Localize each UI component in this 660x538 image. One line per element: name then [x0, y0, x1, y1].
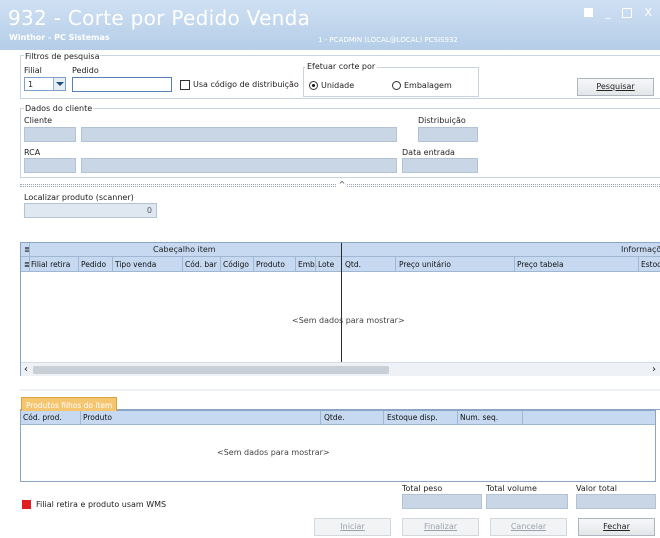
restore-icon[interactable]	[583, 8, 593, 17]
tab-produtos-filhos[interactable]: Produtos filhos do item	[21, 397, 118, 411]
pedido-input[interactable]	[72, 77, 172, 92]
scanner-value: 0	[146, 206, 152, 215]
children-grid: Cód. prod. Produto Qtde. Estoque disp. N…	[20, 410, 656, 482]
items-empty-message: <Sem dados para mostrar>	[292, 316, 405, 325]
distribuicao-field	[418, 127, 478, 142]
search-button-label: Pesquisar	[596, 82, 635, 91]
col-produto[interactable]: Produto	[256, 260, 285, 269]
col-estoque[interactable]: Estoq	[641, 260, 660, 269]
minimize-icon[interactable]: _	[605, 6, 611, 19]
cliente-label: Cliente	[24, 116, 53, 125]
total-peso-label: Total peso	[402, 484, 443, 493]
finalizar-label: Finalizar	[423, 522, 458, 531]
col-tipo-venda[interactable]: Tipo venda	[115, 260, 156, 269]
col-preco-unitario[interactable]: Preço unitário	[399, 260, 451, 269]
iniciar-label: Iniciar	[340, 522, 365, 531]
fechar-button[interactable]: Fechar	[578, 518, 655, 536]
items-horizontal-scrollbar[interactable]: ‹ ›	[21, 362, 660, 376]
title-bar: 932 - Corte por Pedido Venda Winthor - P…	[0, 0, 660, 50]
radio-unidade[interactable]	[309, 81, 318, 90]
total-volume-label: Total volume	[486, 484, 537, 493]
fechar-label: Fechar	[603, 522, 630, 531]
children-empty-message: <Sem dados para mostrar>	[217, 448, 330, 457]
col-num-seq[interactable]: Num. seq.	[460, 413, 498, 422]
dist-checkbox[interactable]	[180, 80, 190, 90]
maximize-icon[interactable]	[622, 8, 633, 18]
band-informacoes: Informaçõ	[621, 245, 660, 254]
distribuicao-label: Distribuição	[418, 116, 466, 125]
band-cabecalho: Cabeçalho item	[153, 245, 216, 254]
radio-unidade-label: Unidade	[321, 81, 355, 90]
rca-name-field	[81, 158, 397, 173]
scanner-input[interactable]: 0	[24, 203, 157, 218]
cliente-code-field	[24, 127, 76, 142]
scanner-label: Localizar produto (scanner)	[24, 193, 134, 202]
col-pedido[interactable]: Pedido	[81, 260, 106, 269]
dist-checkbox-label: Usa código de distribuição	[193, 80, 299, 89]
col-child-produto[interactable]: Produto	[83, 413, 112, 422]
finalizar-button[interactable]: Finalizar	[402, 518, 479, 536]
user-info: 1 - PCADMIN (LOCAL@LOCAL) PCSIS932	[318, 36, 458, 44]
col-qtd[interactable]: Qtd.	[345, 260, 361, 269]
data-entrada-field	[402, 158, 478, 173]
frozen-divider	[341, 243, 342, 376]
dropdown-arrow-icon[interactable]	[53, 78, 65, 90]
total-peso-field	[402, 494, 482, 509]
total-volume-field	[486, 494, 568, 509]
rca-code-field	[24, 158, 76, 173]
window-subtitle: Winthor - PC Sistemas	[9, 33, 110, 42]
col-filial-retira[interactable]: Filial retira	[31, 260, 70, 269]
scroll-thumb[interactable]	[33, 366, 389, 374]
children-column-header: Cód. prod. Produto Qtde. Estoque disp. N…	[21, 411, 655, 425]
window-controls: _ X	[583, 6, 652, 19]
col-estoque-disp[interactable]: Estoque disp.	[387, 413, 438, 422]
rca-label: RCA	[24, 148, 41, 157]
col-lote[interactable]: Lote	[318, 260, 334, 269]
pedido-label: Pedido	[72, 66, 99, 75]
radio-embalagem[interactable]	[392, 81, 401, 90]
col-cod-prod[interactable]: Cód. prod.	[23, 413, 62, 422]
scroll-right-icon[interactable]: ›	[652, 364, 656, 375]
cancelar-button[interactable]: Cancelar	[490, 518, 567, 536]
filial-label: Filial	[24, 66, 42, 75]
window-title: 932 - Corte por Pedido Venda	[8, 6, 311, 30]
corte-group-label: Efetuar corte por	[305, 62, 378, 71]
col-codigo[interactable]: Código	[223, 260, 249, 269]
col-preco-tabela[interactable]: Preço tabela	[517, 260, 564, 269]
close-icon[interactable]: X	[644, 6, 652, 19]
filters-group-label: Filtros de pesquisa	[24, 52, 101, 61]
valor-total-label: Valor total	[576, 484, 617, 493]
items-grid: ≣ Cabeçalho item Informaçõ ≣ Filial reti…	[20, 242, 660, 376]
cancelar-label: Cancelar	[510, 522, 547, 531]
cliente-name-field	[81, 127, 397, 142]
col-cod-bar[interactable]: Cód. bar	[185, 260, 217, 269]
col-qtde[interactable]: Qtde.	[324, 413, 345, 422]
filial-select[interactable]: 1	[24, 77, 66, 91]
filial-value: 1	[28, 80, 34, 89]
client-group-label: Dados do cliente	[24, 104, 94, 113]
iniciar-button[interactable]: Iniciar	[314, 518, 391, 536]
search-button[interactable]: Pesquisar	[577, 78, 654, 96]
valor-total-field	[576, 494, 656, 509]
collapse-up-icon[interactable]: ^	[337, 181, 347, 189]
wms-legend-swatch	[22, 500, 31, 509]
scroll-left-icon[interactable]: ‹	[24, 364, 28, 375]
radio-embalagem-label: Embalagem	[404, 81, 452, 90]
data-entrada-label: Data entrada	[402, 148, 455, 157]
wms-legend-text: Filial retira e produto usam WMS	[36, 500, 167, 509]
